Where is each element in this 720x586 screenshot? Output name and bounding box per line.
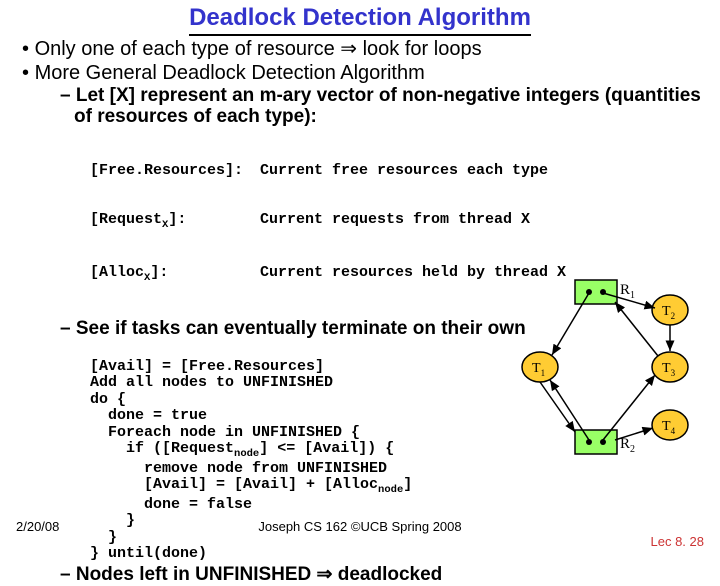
sub-bullet-2-text: See if tasks can eventually terminate on… xyxy=(76,318,526,339)
bullet-1: • Only one of each type of resource ⇒ lo… xyxy=(36,38,702,60)
code-l3: do { xyxy=(90,391,126,408)
code-l9: done = false xyxy=(90,496,252,513)
def-key-3a: [Alloc xyxy=(90,264,144,281)
footer-date: 2/20/08 xyxy=(16,519,59,534)
code-l6a: if ([Request xyxy=(90,440,234,457)
slide-title: Deadlock Detection Algorithm xyxy=(189,4,531,36)
def-key-2b: ]: xyxy=(168,211,186,228)
def-key-3b: ]: xyxy=(150,264,168,281)
resource-graph: R1 R2 T1 T2 T3 T4 xyxy=(520,280,700,460)
footer-course: Joseph CS 162 ©UCB Spring 2008 xyxy=(0,519,720,534)
code-l8b: node xyxy=(378,484,403,496)
def-val-2: Current requests from thread X xyxy=(260,212,530,232)
code-l5: Foreach node in UNFINISHED { xyxy=(90,424,360,441)
def-val-1: Current free resources each type xyxy=(260,163,548,180)
bullet-1-text: Only one of each type of resource ⇒ look… xyxy=(35,38,482,60)
sub-bullet-1: – Let [X] represent an m-ary vector of n… xyxy=(74,86,702,128)
bullet-2-text: More General Deadlock Detection Algorith… xyxy=(35,62,425,84)
sub-bullet-3-text: Nodes left in UNFINISHED ⇒ deadlocked xyxy=(76,564,442,585)
footer: 2/20/08 Joseph CS 162 ©UCB Spring 2008 L… xyxy=(0,519,720,534)
def-key-1: [Free.Resources]: xyxy=(90,162,243,179)
code-l8a: [Avail] = [Avail] + [Alloc xyxy=(90,476,378,493)
code-l1: [Avail] = [Free.Resources] xyxy=(90,358,324,375)
code-l2: Add all nodes to UNFINISHED xyxy=(90,374,333,391)
footer-lecture: Lec 8. 28 xyxy=(651,534,705,549)
code-l6b: node xyxy=(234,448,259,460)
sub-bullet-3: – Nodes left in UNFINISHED ⇒ deadlocked xyxy=(74,565,702,586)
code-l12: } until(done) xyxy=(90,545,207,562)
code-l4: done = true xyxy=(90,407,207,424)
code-l6c: ] <= [Avail]) { xyxy=(259,440,394,457)
def-key-2a: [Request xyxy=(90,211,162,228)
code-l7: remove node from UNFINISHED xyxy=(90,460,387,477)
bullet-2: • More General Deadlock Detection Algori… xyxy=(36,62,702,84)
sub-bullet-1-text: Let [X] represent an m-ary vector of non… xyxy=(74,85,701,127)
svg-text:R2: R2 xyxy=(620,436,635,455)
code-l8c: ] xyxy=(403,476,412,493)
